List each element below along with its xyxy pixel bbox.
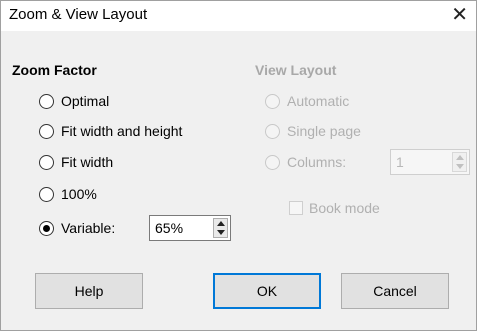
- radio-button-selected[interactable]: [39, 220, 54, 236]
- zoom-factor-heading: Zoom Factor: [12, 62, 97, 78]
- radio-fit-width-and-height[interactable]: Fit width and height: [39, 120, 182, 142]
- radio-button[interactable]: [265, 93, 280, 109]
- radio-label-single-page: Single page: [287, 123, 361, 139]
- radio-button[interactable]: [265, 154, 280, 170]
- radio-variable[interactable]: Variable:: [39, 217, 115, 239]
- radio-button[interactable]: [39, 154, 54, 170]
- spin-up-icon[interactable]: [217, 221, 225, 226]
- spin-buttons[interactable]: [213, 218, 228, 238]
- radio-single-page[interactable]: Single page: [265, 120, 361, 142]
- radio-label-optimal: Optimal: [61, 93, 110, 109]
- spin-down-icon[interactable]: [217, 230, 225, 235]
- view-layout-heading: View Layout: [255, 62, 337, 78]
- book-mode-checkbox-row[interactable]: Book mode: [289, 197, 380, 219]
- spin-down-icon[interactable]: [456, 164, 464, 169]
- book-mode-checkbox[interactable]: [289, 201, 303, 215]
- dialog-content: Zoom Factor View Layout Optimal Fit widt…: [1, 31, 476, 259]
- cancel-button[interactable]: Cancel: [341, 273, 449, 309]
- radio-100-percent[interactable]: 100%: [39, 183, 97, 205]
- ok-button[interactable]: OK: [213, 273, 321, 309]
- radio-label-100-percent: 100%: [61, 186, 97, 202]
- spin-buttons[interactable]: [452, 152, 467, 172]
- columns-value[interactable]: 1: [396, 154, 404, 170]
- radio-label-columns: Columns:: [287, 154, 347, 170]
- radio-automatic[interactable]: Automatic: [265, 90, 349, 112]
- title-bar[interactable]: Zoom & View Layout ✕: [1, 1, 476, 31]
- window-title: Zoom & View Layout: [9, 6, 148, 23]
- radio-label-automatic: Automatic: [287, 93, 350, 109]
- zoom-view-layout-dialog: Zoom & View Layout ✕ Zoom Factor View La…: [0, 0, 477, 331]
- help-button[interactable]: Help: [35, 273, 143, 309]
- radio-label-fit-width-and-height: Fit width and height: [61, 123, 183, 139]
- radio-fit-width[interactable]: Fit width: [39, 151, 113, 173]
- radio-label-fit-width: Fit width: [61, 154, 114, 170]
- radio-button[interactable]: [39, 123, 54, 139]
- radio-button[interactable]: [265, 123, 280, 139]
- variable-zoom-value[interactable]: 65%: [155, 220, 183, 236]
- radio-button[interactable]: [39, 93, 54, 109]
- radio-columns[interactable]: Columns:: [265, 151, 346, 173]
- radio-optimal[interactable]: Optimal: [39, 90, 109, 112]
- close-icon[interactable]: ✕: [451, 3, 468, 27]
- radio-button[interactable]: [39, 186, 54, 202]
- radio-label-variable: Variable:: [61, 220, 116, 236]
- columns-spinbox[interactable]: 1: [390, 149, 470, 175]
- variable-zoom-spinbox[interactable]: 65%: [149, 215, 231, 241]
- spin-up-icon[interactable]: [456, 155, 464, 160]
- book-mode-label: Book mode: [309, 200, 380, 216]
